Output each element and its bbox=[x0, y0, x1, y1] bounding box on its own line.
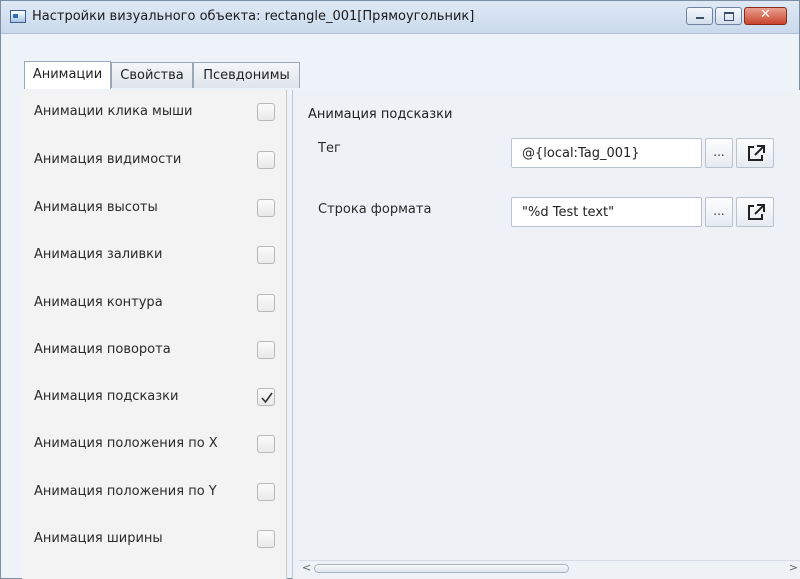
list-item[interactable]: Анимации клика мыши bbox=[22, 92, 286, 132]
list-item[interactable]: Анимация видимости bbox=[22, 140, 286, 180]
list-item[interactable]: Анимация положения по X bbox=[22, 424, 286, 464]
animation-checkbox[interactable] bbox=[257, 294, 275, 312]
checkmark-icon bbox=[261, 392, 273, 404]
animation-checkbox[interactable] bbox=[257, 483, 275, 501]
animation-label: Анимация положения по X bbox=[34, 436, 218, 451]
format-open-button[interactable] bbox=[736, 197, 774, 227]
scroll-left-icon[interactable]: < bbox=[302, 561, 311, 574]
animation-label: Анимация положения по Y bbox=[34, 484, 217, 499]
animation-checkbox[interactable] bbox=[257, 341, 275, 359]
close-icon: ✕ bbox=[760, 7, 771, 22]
tag-browse-button[interactable]: ... bbox=[705, 138, 733, 168]
animation-checkbox[interactable] bbox=[257, 388, 275, 406]
external-link-icon bbox=[748, 204, 765, 220]
list-item[interactable]: Анимация высоты bbox=[22, 188, 286, 228]
maximize-button[interactable] bbox=[715, 7, 742, 25]
animation-checkbox[interactable] bbox=[257, 199, 275, 217]
animation-label: Анимация видимости bbox=[34, 152, 182, 167]
horizontal-scrollbar[interactable]: < > bbox=[299, 560, 800, 575]
scroll-right-icon[interactable]: > bbox=[789, 561, 798, 574]
list-item[interactable]: Анимация контура bbox=[22, 283, 286, 323]
list-item[interactable]: Анимация заливки bbox=[22, 235, 286, 275]
list-item[interactable]: Анимация положения по Y bbox=[22, 472, 286, 512]
animation-label: Анимация подсказки bbox=[34, 389, 179, 404]
format-field[interactable]: "%d Test text" bbox=[511, 197, 702, 227]
minimize-button[interactable] bbox=[686, 7, 713, 25]
window-title: Настройки визуального объекта: rectangle… bbox=[32, 9, 475, 24]
tab-properties[interactable]: Свойства bbox=[111, 62, 193, 88]
animation-checkbox[interactable] bbox=[257, 530, 275, 548]
tag-field[interactable]: @{local:Tag_001} bbox=[511, 138, 702, 168]
tag-label: Тег bbox=[318, 141, 341, 156]
animation-checkbox[interactable] bbox=[257, 151, 275, 169]
tab-aliases[interactable]: Псевдонимы bbox=[193, 62, 300, 88]
format-browse-button[interactable]: ... bbox=[705, 197, 733, 227]
tab-animations[interactable]: Анимации bbox=[24, 61, 111, 89]
list-item[interactable]: Анимация ширины bbox=[22, 519, 286, 559]
animation-label: Анимация контура bbox=[34, 295, 163, 310]
animation-label: Анимация ширины bbox=[34, 531, 163, 546]
section-title: Анимация подсказки bbox=[308, 107, 453, 122]
animation-label: Анимации клика мыши bbox=[34, 104, 193, 119]
animation-label: Анимация заливки bbox=[34, 247, 163, 262]
animation-list: Анимации клика мыши Анимация видимости А… bbox=[22, 90, 287, 579]
animation-label: Анимация поворота bbox=[34, 342, 171, 357]
tag-open-button[interactable] bbox=[736, 138, 774, 168]
animation-checkbox[interactable] bbox=[257, 435, 275, 453]
close-button[interactable]: ✕ bbox=[744, 7, 787, 25]
format-label: Строка формата bbox=[318, 202, 432, 217]
animation-checkbox[interactable] bbox=[257, 246, 275, 264]
title-bar[interactable]: Настройки визуального объекта: rectangle… bbox=[1, 1, 799, 34]
scrollbar-thumb[interactable] bbox=[314, 564, 569, 573]
list-item[interactable]: Анимация поворота bbox=[22, 330, 286, 370]
animation-checkbox[interactable] bbox=[257, 103, 275, 121]
animation-label: Анимация высоты bbox=[34, 200, 158, 215]
list-item[interactable]: Анимация подсказки bbox=[22, 377, 286, 417]
external-link-icon bbox=[748, 145, 765, 161]
app-icon bbox=[10, 10, 26, 23]
